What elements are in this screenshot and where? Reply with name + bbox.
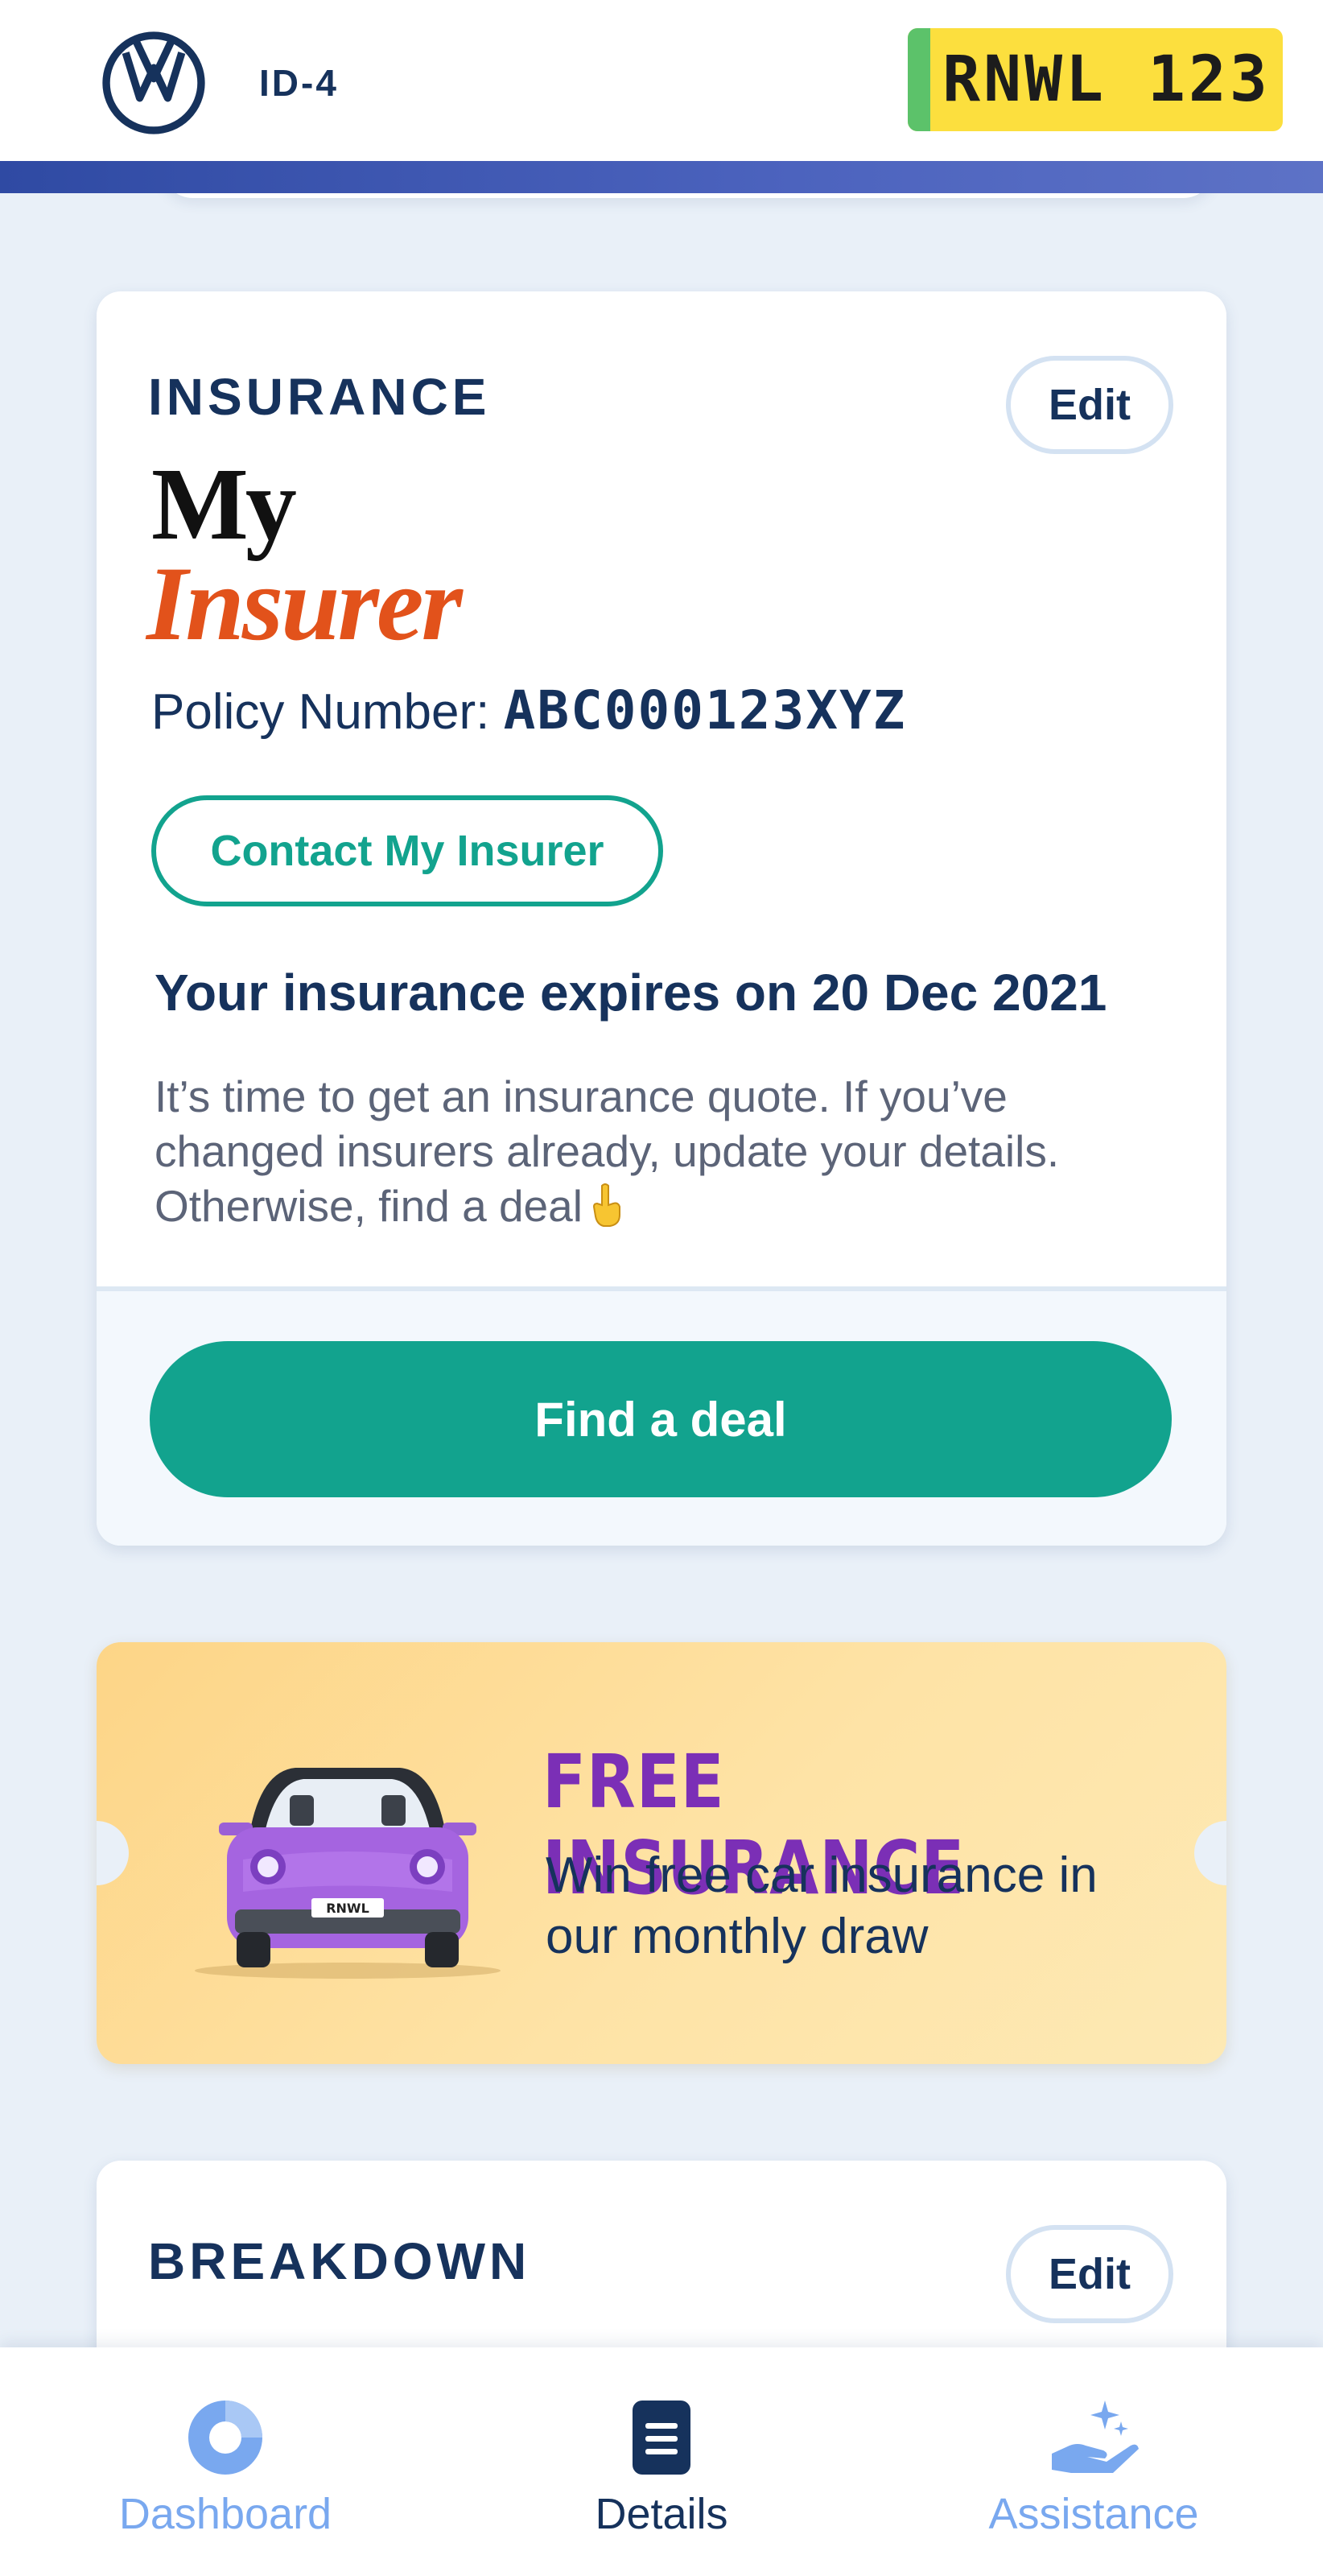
policy-number-label: Policy Number:: [151, 684, 490, 740]
insurer-logo-line1: My: [151, 447, 297, 561]
promo-subtitle: Win free car insurance in our monthly dr…: [546, 1847, 1098, 1964]
nav-assistance[interactable]: Assistance: [961, 2347, 1226, 2576]
insurance-card-footer: Find a deal: [97, 1286, 1226, 1546]
car-plate-text: RNWL: [326, 1901, 369, 1916]
plate-number: RNWL 123: [942, 43, 1271, 116]
expiry-heading: Your insurance expires on 20 Dec 2021: [155, 964, 1107, 1022]
vw-logo-icon: [102, 31, 205, 134]
nav-assistance-label: Assistance: [988, 2490, 1199, 2538]
dashboard-icon: [188, 2401, 262, 2475]
app-header: ID-4 RNWL 123: [0, 0, 1323, 161]
assistance-icon: [1052, 2401, 1139, 2473]
find-deal-button[interactable]: Find a deal: [150, 1341, 1172, 1497]
nav-details-label: Details: [595, 2490, 728, 2538]
contact-insurer-button[interactable]: Contact My Insurer: [151, 795, 663, 906]
section-title-breakdown: BREAKDOWN: [148, 2232, 531, 2290]
insurance-description: It’s time to get an insurance quote. If …: [155, 1069, 1168, 1233]
pointing-down-icon: [592, 1183, 620, 1227]
nav-dashboard-label: Dashboard: [118, 2490, 332, 2538]
registration-plate[interactable]: RNWL 123: [908, 28, 1283, 131]
purple-car-illustration: RNWL: [195, 1768, 501, 1979]
insurance-card: INSURANCE Edit My Insurer Policy Number:…: [97, 291, 1226, 1546]
nav-details[interactable]: Details: [541, 2347, 782, 2576]
free-insurance-promo[interactable]: RNWL FREE INSURANCE Win free car insuran…: [97, 1642, 1226, 2064]
insurer-logo: My Insurer: [146, 447, 463, 657]
header-accent-bar: [0, 161, 1323, 193]
policy-number-row: Policy Number: ABC000123XYZ: [151, 679, 906, 741]
bottom-navigation: Dashboard Details Assistance: [0, 2347, 1323, 2576]
ticket-notch-right: [1194, 1821, 1226, 1885]
ticket-notch-left: [97, 1821, 129, 1885]
edit-insurance-button[interactable]: Edit: [1006, 356, 1173, 454]
policy-number-value: ABC000123XYZ: [503, 679, 907, 741]
vehicle-model: ID-4: [259, 62, 339, 104]
plate-strip: [908, 28, 930, 131]
document-icon: [633, 2401, 690, 2475]
edit-breakdown-button[interactable]: Edit: [1006, 2225, 1173, 2323]
insurer-logo-line2: Insurer: [146, 544, 463, 663]
nav-dashboard[interactable]: Dashboard: [105, 2347, 346, 2576]
section-title-insurance: INSURANCE: [148, 368, 491, 426]
